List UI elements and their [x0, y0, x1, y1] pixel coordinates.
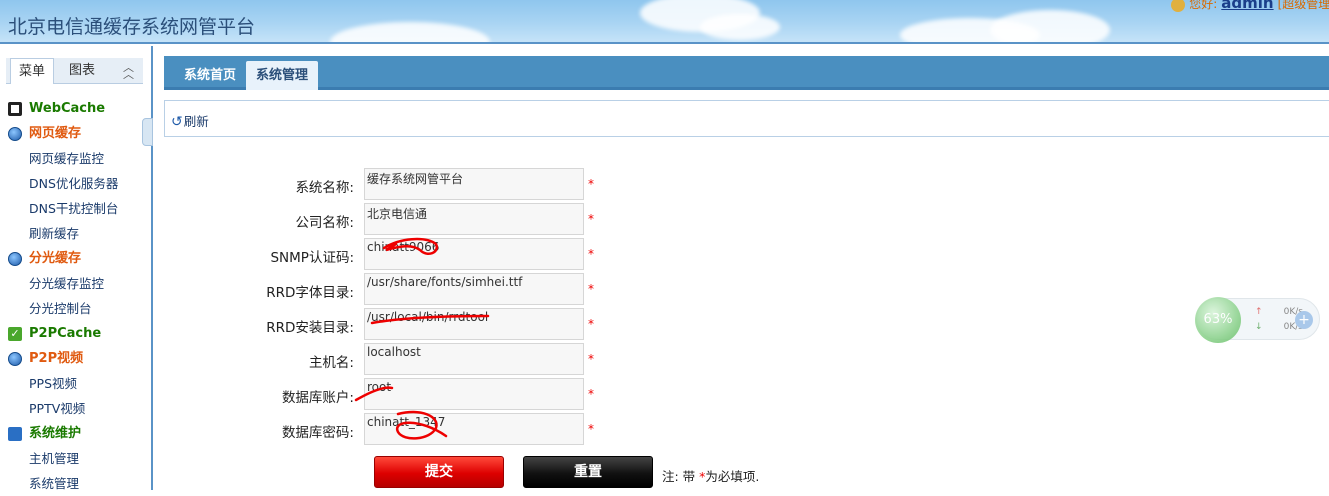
- form-row: 数据库密码: chinatt_1347 *: [164, 413, 864, 448]
- submit-button[interactable]: 提交: [374, 456, 504, 488]
- form-row: 公司名称: 北京电信通 *: [164, 203, 864, 238]
- sidebar-group-label: P2PCache: [29, 326, 102, 341]
- sidebar-group[interactable]: 网页缓存: [0, 121, 150, 146]
- main-content: 系统首页 系统管理 ↺刷新 系统名称: 缓存系统网管平台 * 公司名称: 北京电信通 * S…: [164, 56, 1329, 490]
- sidebar-item[interactable]: PPS视频: [0, 371, 150, 396]
- form-row: SNMP认证码: chinatt9066 *: [164, 238, 864, 273]
- check-icon: ✓: [8, 327, 22, 341]
- refresh-button[interactable]: ↺刷新: [171, 111, 209, 130]
- user-role: [超级管理员]: [1277, 0, 1329, 11]
- field-label: 系统名称:: [295, 180, 354, 196]
- main-tab-bar: 系统首页 系统管理: [164, 56, 1329, 90]
- shield-icon: [8, 352, 22, 366]
- system-icon: [8, 427, 22, 441]
- sidebar-item[interactable]: DNS干扰控制台: [0, 196, 150, 221]
- network-speed-widget[interactable]: 63% ↑ 0K/s ↓ 0K/s +: [1195, 297, 1320, 343]
- speed-percent-ball[interactable]: 63%: [1195, 297, 1241, 343]
- field-input[interactable]: localhost: [364, 343, 584, 375]
- field-input[interactable]: 缓存系统网管平台: [364, 168, 584, 200]
- sidebar-group[interactable]: 系统维护: [0, 421, 150, 446]
- sidebar-item[interactable]: 网页缓存监控: [0, 146, 150, 171]
- tab-menu[interactable]: 菜单: [10, 58, 54, 84]
- field-label: RRD字体目录:: [266, 285, 354, 301]
- sidebar-group[interactable]: P2P视频: [0, 346, 150, 371]
- left-panel: 菜单 图表 ︿ ︿ WebCache 网页缓存网页缓存监控 DNS优化服务器 DNS干扰…: [0, 46, 153, 491]
- sidebar-item[interactable]: 主机管理: [0, 446, 150, 471]
- required-star: *: [588, 422, 594, 436]
- field-value: chinatt_1347: [367, 415, 446, 429]
- form-row: 系统名称: 缓存系统网管平台 *: [164, 168, 864, 203]
- left-tab-bar: 菜单 图表 ︿ ︿: [6, 58, 143, 84]
- shield-icon: [8, 127, 22, 141]
- field-value: /usr/share/fonts/simhei.ttf: [367, 275, 523, 289]
- field-value: root: [367, 380, 392, 394]
- field-input[interactable]: root: [364, 378, 584, 410]
- plus-icon[interactable]: +: [1295, 311, 1313, 329]
- sidebar-group-label: 分光缓存: [29, 251, 82, 266]
- refresh-label: 刷新: [183, 114, 209, 129]
- required-star: *: [588, 212, 594, 226]
- user-icon: [1171, 0, 1186, 12]
- field-input[interactable]: /usr/share/fonts/simhei.ttf: [364, 273, 584, 305]
- greeting-text: 您好:: [1189, 0, 1218, 11]
- required-star: *: [588, 282, 594, 296]
- sidebar-menu: WebCache 网页缓存网页缓存监控 DNS优化服务器 DNS干扰控制台 刷新缓存分光…: [0, 96, 150, 496]
- form-row: RRD字体目录: /usr/share/fonts/simhei.ttf *: [164, 273, 864, 308]
- sidebar-group[interactable]: WebCache: [0, 96, 150, 121]
- sidebar-item[interactable]: 分光控制台: [0, 296, 150, 321]
- sidebar-group-label: P2P视频: [29, 351, 84, 366]
- webcache-icon: [8, 102, 22, 116]
- field-value: localhost: [367, 345, 421, 359]
- username-link[interactable]: admin: [1221, 0, 1273, 12]
- sidebar-item[interactable]: 刷新缓存: [0, 221, 150, 246]
- required-star: *: [588, 177, 594, 191]
- field-label: 公司名称:: [295, 215, 354, 231]
- sidebar-group-label: 系统维护: [29, 426, 82, 441]
- sidebar-item[interactable]: 分光缓存监控: [0, 271, 150, 296]
- required-star: *: [588, 352, 594, 366]
- form-row: RRD安装目录: /usr/local/bin/rrdtool *: [164, 308, 864, 343]
- field-input[interactable]: /usr/local/bin/rrdtool: [364, 308, 584, 340]
- required-star: *: [588, 247, 594, 261]
- required-star: *: [588, 317, 594, 331]
- field-input[interactable]: chinatt9066: [364, 238, 584, 270]
- field-value: chinatt9066: [367, 240, 440, 254]
- field-label: RRD安装目录:: [266, 320, 354, 336]
- download-arrow-icon: ↓: [1255, 322, 1263, 332]
- field-label: 数据库密码:: [281, 425, 354, 441]
- field-input[interactable]: 北京电信通: [364, 203, 584, 235]
- sidebar-item[interactable]: DNS优化服务器: [0, 171, 150, 196]
- upload-arrow-icon: ↑: [1255, 307, 1263, 317]
- field-label: SNMP认证码:: [270, 250, 354, 266]
- app-title: 北京电信通缓存系统网管平台: [8, 16, 256, 38]
- form-row: 主机名: localhost *: [164, 343, 864, 378]
- field-input[interactable]: chinatt_1347: [364, 413, 584, 445]
- field-label: 数据库账户:: [281, 390, 354, 406]
- sidebar-item[interactable]: PPTV视频: [0, 396, 150, 421]
- collapse-up-icon[interactable]: ︿ ︿: [123, 62, 135, 80]
- note-prefix: 注: 带: [662, 469, 700, 484]
- sidebar-item[interactable]: 系统管理: [0, 471, 150, 496]
- sidebar-group-label: WebCache: [29, 101, 106, 116]
- reset-button[interactable]: 重置: [523, 456, 653, 488]
- field-value: 缓存系统网管平台: [367, 172, 464, 186]
- sidebar-group[interactable]: 分光缓存: [0, 246, 150, 271]
- refresh-icon: ↺: [171, 114, 183, 130]
- tab-system-home[interactable]: 系统首页: [174, 61, 246, 90]
- tab-system-management[interactable]: 系统管理: [246, 61, 319, 90]
- required-note: 注: 带 *为必填项.: [662, 466, 759, 485]
- field-label: 主机名:: [308, 355, 354, 371]
- toolbar: ↺刷新: [164, 100, 1329, 137]
- form-row: 数据库账户: root *: [164, 378, 864, 413]
- required-star: *: [588, 387, 594, 401]
- shield-icon: [8, 252, 22, 266]
- tab-chart[interactable]: 图表: [62, 58, 102, 84]
- sidebar-group-label: 网页缓存: [29, 126, 82, 141]
- app-header: 北京电信通缓存系统网管平台 您好:admin[超级管理员]您: [0, 0, 1329, 44]
- user-info: 您好:admin[超级管理员]您: [1171, 0, 1329, 12]
- field-value: /usr/local/bin/rrdtool: [367, 310, 489, 324]
- sidebar-group[interactable]: ✓ P2PCache: [0, 321, 150, 346]
- note-suffix: 为必填项.: [705, 469, 760, 484]
- field-value: 北京电信通: [367, 207, 428, 221]
